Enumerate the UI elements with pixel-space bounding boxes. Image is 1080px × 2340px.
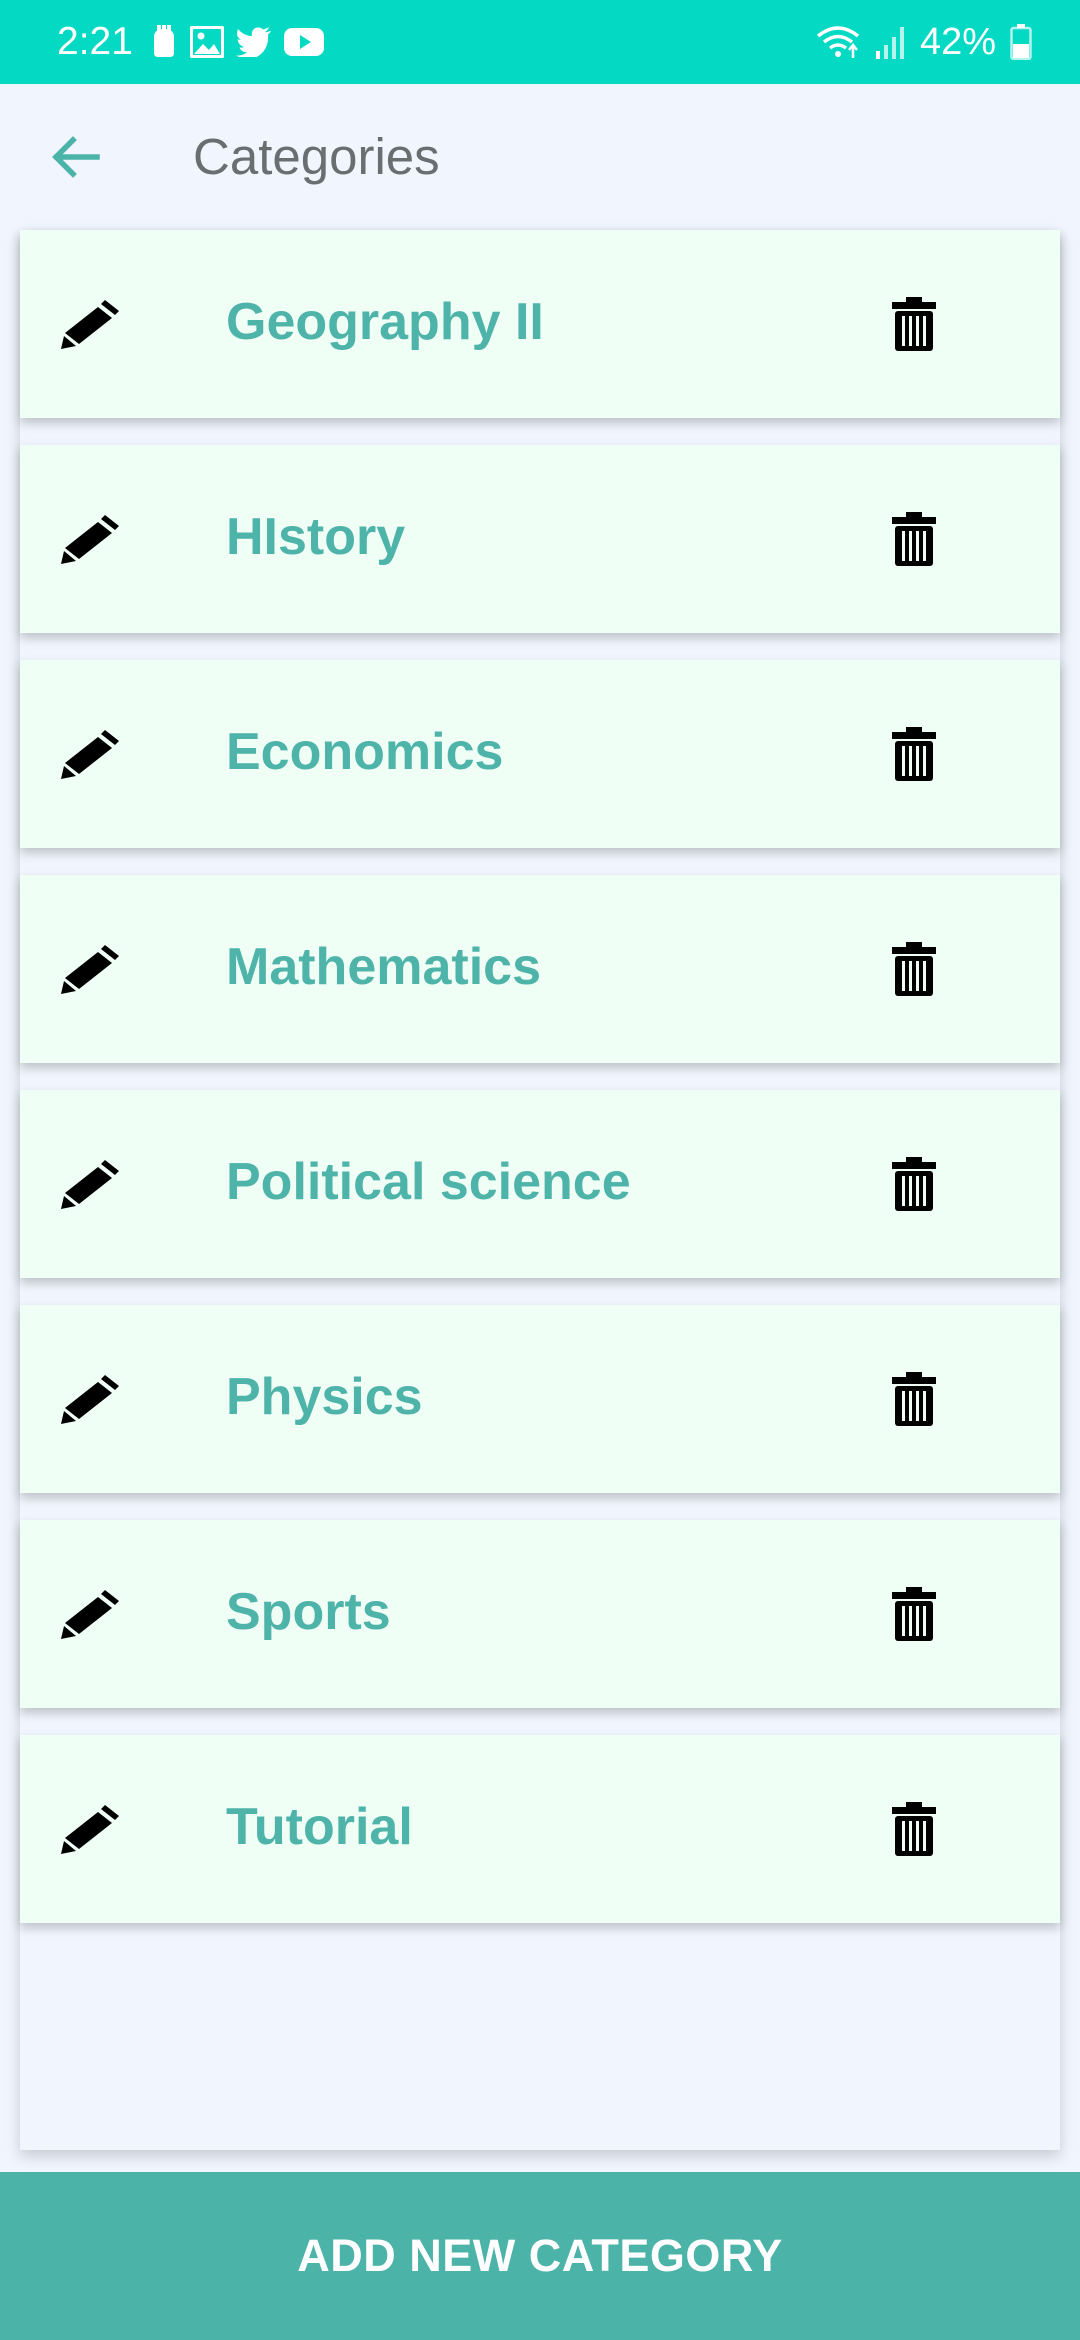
category-card: Mathematics xyxy=(20,875,1060,1063)
edit-button[interactable] xyxy=(60,937,124,1001)
pencil-icon xyxy=(61,1160,119,1209)
page-title: Categories xyxy=(193,128,440,185)
trash-icon xyxy=(892,512,936,566)
delete-button[interactable] xyxy=(882,1152,946,1216)
edit-button[interactable] xyxy=(60,507,124,571)
edit-button[interactable] xyxy=(60,722,124,786)
category-card: HIstory xyxy=(20,445,1060,633)
category-card: Sports xyxy=(20,1520,1060,1708)
category-name: Physics xyxy=(226,1368,423,1426)
add-new-category-button[interactable]: ADD NEW CATEGORY xyxy=(0,2172,1080,2340)
youtube-icon xyxy=(284,28,324,56)
delete-button[interactable] xyxy=(882,722,946,786)
pencil-icon xyxy=(61,1375,119,1424)
category-card: Political science xyxy=(20,1090,1060,1278)
edit-button[interactable] xyxy=(60,1582,124,1646)
category-card: Economics xyxy=(20,660,1060,848)
trash-icon xyxy=(892,297,936,351)
category-card: Physics xyxy=(20,1305,1060,1493)
category-name: Tutorial xyxy=(226,1798,413,1856)
battery-icon xyxy=(1010,24,1032,60)
add-new-category-label: ADD NEW CATEGORY xyxy=(297,2230,783,2281)
trash-icon xyxy=(892,942,936,996)
battery-percentage: 42% xyxy=(919,21,996,63)
arrow-left-icon xyxy=(52,136,100,178)
trash-icon xyxy=(892,1372,936,1426)
signal-icon xyxy=(875,27,904,59)
edit-button[interactable] xyxy=(60,1797,124,1861)
status-time: 2:21 xyxy=(57,20,133,63)
delete-button[interactable] xyxy=(882,292,946,356)
app-bar: Categories xyxy=(0,84,1080,230)
edit-button[interactable] xyxy=(60,1367,124,1431)
category-name: Economics xyxy=(226,723,504,781)
pencil-icon xyxy=(61,1805,119,1854)
category-name: Political science xyxy=(226,1153,631,1211)
edit-button[interactable] xyxy=(60,292,124,356)
edit-button[interactable] xyxy=(60,1152,124,1216)
delete-button[interactable] xyxy=(882,1367,946,1431)
category-card: Tutorial xyxy=(20,1735,1060,1923)
category-name: Sports xyxy=(226,1583,391,1641)
pencil-icon xyxy=(61,1590,119,1639)
twitter-icon xyxy=(236,27,271,57)
category-name: Geography II xyxy=(226,293,544,351)
category-name: Mathematics xyxy=(226,938,541,996)
wifi-icon xyxy=(816,26,860,58)
trash-icon xyxy=(892,1802,936,1856)
delete-button[interactable] xyxy=(882,937,946,1001)
trash-icon xyxy=(892,1157,936,1211)
back-button[interactable] xyxy=(40,121,112,193)
category-name: HIstory xyxy=(226,508,406,566)
pencil-icon xyxy=(61,515,119,564)
trash-icon xyxy=(892,1587,936,1641)
pencil-icon xyxy=(61,730,119,779)
status-notification-icons xyxy=(150,22,324,62)
status-system-icons: 42% xyxy=(816,18,1032,66)
pencil-icon xyxy=(61,945,119,994)
category-card: Geography II xyxy=(20,230,1060,418)
trash-icon xyxy=(892,727,936,781)
image-icon xyxy=(190,26,224,58)
delete-button[interactable] xyxy=(882,507,946,571)
delete-button[interactable] xyxy=(882,1582,946,1646)
pencil-icon xyxy=(61,300,119,349)
status-bar: 2:21 42% xyxy=(0,0,1080,84)
delete-button[interactable] xyxy=(882,1797,946,1861)
notification-icon xyxy=(154,25,174,57)
